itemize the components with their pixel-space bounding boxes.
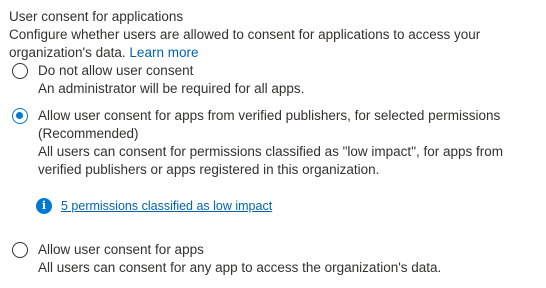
- option-label[interactable]: Allow user consent for apps: [38, 241, 538, 259]
- radio-verified-publishers[interactable]: [12, 108, 28, 124]
- section-title: User consent for applications: [9, 9, 184, 24]
- option-description: All users can consent for any app to acc…: [38, 260, 442, 275]
- option-description: An administrator will be required for al…: [38, 81, 305, 96]
- option-description: All users can consent for permissions cl…: [38, 144, 504, 177]
- info-icon: i: [36, 198, 52, 214]
- option-label[interactable]: Do not allow user consent: [38, 62, 538, 80]
- option-label[interactable]: Allow user consent for apps from verifie…: [38, 107, 538, 143]
- low-impact-permissions-link[interactable]: 5 permissions classified as low impact: [61, 197, 272, 215]
- consent-settings-panel: User consent for applications Configure …: [0, 0, 546, 288]
- description-text: Configure whether users are allowed to c…: [9, 27, 481, 60]
- radio-allow-all[interactable]: [12, 242, 28, 258]
- radio-do-not-allow[interactable]: [12, 63, 28, 79]
- low-impact-permissions-row: i 5 permissions classified as low impact: [36, 197, 272, 215]
- learn-more-link[interactable]: Learn more: [129, 45, 198, 60]
- section-description: Configure whether users are allowed to c…: [9, 26, 509, 62]
